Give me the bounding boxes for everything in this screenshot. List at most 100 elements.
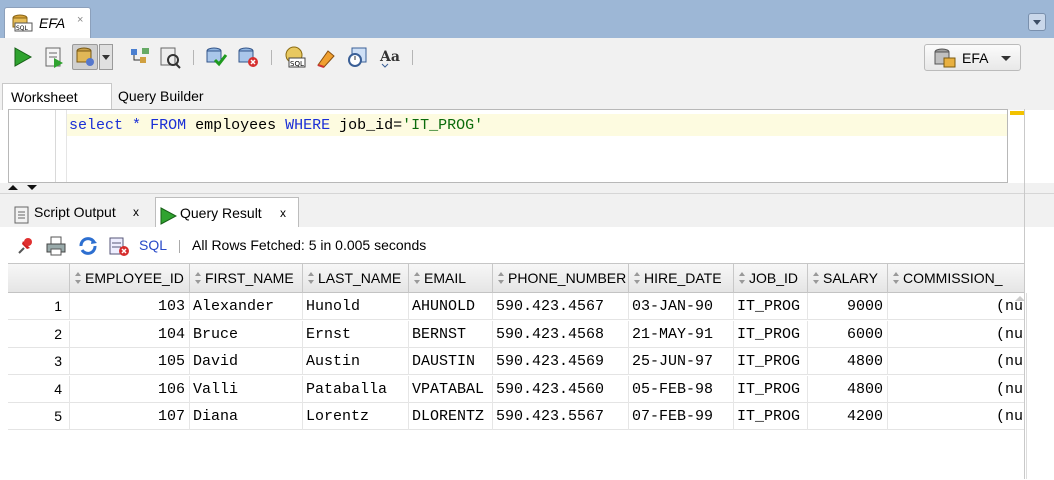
cell-salary[interactable]: 9000	[808, 293, 888, 320]
tab-query-builder[interactable]: Query Builder	[110, 83, 212, 110]
cell-job-id[interactable]: IT_PROG	[734, 293, 808, 320]
cell-email[interactable]: BERNST	[409, 320, 493, 348]
cell-hire-date[interactable]: 07-FEB-99	[629, 403, 734, 430]
cell-email[interactable]: DLORENTZ	[409, 403, 493, 430]
cell-first-name[interactable]: Alexander	[190, 293, 303, 320]
column-header-label: PHONE_NUMBER	[508, 270, 627, 286]
clear-icon[interactable]	[314, 45, 338, 69]
editor-marker	[1010, 111, 1024, 115]
cell-job-id[interactable]: IT_PROG	[734, 348, 808, 375]
column-header-employee-id[interactable]: EMPLOYEE_ID	[70, 264, 190, 293]
column-header-last-name[interactable]: LAST_NAME	[303, 264, 409, 293]
tab-script-output[interactable]: Script Output x	[10, 197, 155, 227]
run-statement-icon[interactable]	[10, 45, 34, 69]
cell-hire-date[interactable]: 05-FEB-98	[629, 375, 734, 403]
fetch-status: All Rows Fetched: 5 in 0.005 seconds	[192, 237, 427, 253]
cell-hire-date[interactable]: 03-JAN-90	[629, 293, 734, 320]
pin-icon[interactable]	[14, 235, 36, 257]
cell-last-name[interactable]: Ernst	[303, 320, 409, 348]
column-header-email[interactable]: EMAIL	[409, 264, 493, 293]
tab-list-menu-button[interactable]	[1028, 13, 1046, 31]
cell-salary[interactable]: 4200	[808, 403, 888, 430]
rollback-icon[interactable]	[236, 45, 260, 69]
close-icon[interactable]: x	[280, 198, 286, 228]
cell-first-name[interactable]: David	[190, 348, 303, 375]
cell-first-name[interactable]: Diana	[190, 403, 303, 430]
cell-employee-id[interactable]: 105	[70, 348, 190, 375]
cell-commission-[interactable]: (nu	[888, 321, 1024, 348]
cell-phone-number[interactable]: 590.423.4560	[493, 375, 629, 403]
dropdown-arrow-icon[interactable]	[99, 44, 113, 70]
cell-hire-date[interactable]: 21-MAY-91	[629, 320, 734, 348]
svg-text:Aa: Aa	[379, 49, 400, 65]
column-header-job-id[interactable]: JOB_ID	[734, 264, 808, 293]
results-grid[interactable]: EMPLOYEE_ID FIRST_NAME LAST_NAME EMAIL PHONE…	[8, 263, 1024, 480]
chevron-down-icon	[1001, 56, 1011, 61]
column-header-hire-date[interactable]: HIRE_DATE	[629, 264, 734, 293]
cell-first-name[interactable]: Bruce	[190, 320, 303, 348]
table-row[interactable]: 3 105 David Austin DAUSTIN 590.423.4569 25-JUN…	[8, 348, 1024, 375]
sql-statement[interactable]: select * FROM employees WHERE job_id='IT…	[69, 117, 483, 134]
refresh-icon[interactable]	[77, 235, 99, 257]
cell-job-id[interactable]: IT_PROG	[734, 320, 808, 348]
cell-commission-[interactable]: (nu	[888, 348, 1024, 375]
cell-email[interactable]: AHUNOLD	[409, 293, 493, 320]
column-header-first-name[interactable]: FIRST_NAME	[190, 264, 303, 293]
cell-first-name[interactable]: Valli	[190, 375, 303, 403]
cell-commission-[interactable]: (nu	[888, 293, 1024, 320]
sql-link[interactable]: SQL	[139, 237, 167, 253]
cell-salary[interactable]: 4800	[808, 375, 888, 403]
export-icon[interactable]	[108, 235, 130, 257]
cell-salary[interactable]: 6000	[808, 320, 888, 348]
cell-last-name[interactable]: Pataballa	[303, 375, 409, 403]
print-icon[interactable]	[45, 235, 67, 257]
format-case-icon[interactable]: Aa	[378, 45, 402, 69]
cell-phone-number[interactable]: 590.423.5567	[493, 403, 629, 430]
tab-query-result[interactable]: Query Result x	[155, 197, 299, 227]
document-tab-efa[interactable]: SQL EFA ×	[4, 7, 91, 38]
table-row[interactable]: 5 107 Diana Lorentz DLORENTZ 590.423.5567 07-F…	[8, 403, 1024, 430]
autotrace-icon[interactable]	[72, 44, 98, 70]
cell-last-name[interactable]: Austin	[303, 348, 409, 375]
grid-vertical-scrollbar[interactable]	[1015, 263, 1054, 479]
commit-icon[interactable]	[204, 45, 228, 69]
close-icon[interactable]: ×	[77, 14, 83, 26]
column-header-label: JOB_ID	[749, 270, 799, 286]
cell-salary[interactable]: 4800	[808, 348, 888, 375]
column-header-salary[interactable]: SALARY	[808, 264, 888, 293]
connection-selector[interactable]: EFA	[924, 44, 1021, 71]
run-script-icon[interactable]	[42, 45, 66, 69]
table-row[interactable]: 4 106 Valli Pataballa VPATABAL 590.423.4560 05…	[8, 375, 1024, 403]
cell-last-name[interactable]: Hunold	[303, 293, 409, 320]
splitter-down-icon[interactable]	[27, 185, 37, 190]
table-row[interactable]: 1 103 Alexander Hunold AHUNOLD 590.423.4567 03…	[8, 293, 1024, 320]
cell-hire-date[interactable]: 25-JUN-97	[629, 348, 734, 375]
cell-commission-[interactable]: (nu	[888, 403, 1024, 430]
sql-history-icon[interactable]: SQL	[283, 45, 307, 69]
cell-email[interactable]: DAUSTIN	[409, 348, 493, 375]
cell-job-id[interactable]: IT_PROG	[734, 375, 808, 403]
close-icon[interactable]: x	[133, 197, 139, 227]
tab-worksheet[interactable]: Worksheet	[2, 83, 112, 110]
cell-employee-id[interactable]: 104	[70, 320, 190, 348]
sql-tuning-icon[interactable]	[158, 45, 182, 69]
explain-plan-icon[interactable]	[128, 45, 152, 69]
unshared-worksheet-icon[interactable]	[346, 45, 370, 69]
cell-phone-number[interactable]: 590.423.4567	[493, 293, 629, 320]
sql-editor[interactable]: select * FROM employees WHERE job_id='IT…	[8, 109, 1008, 183]
cell-commission-[interactable]: (nu	[888, 376, 1024, 403]
column-header-phone-number[interactable]: PHONE_NUMBER	[493, 264, 629, 293]
splitter-up-icon[interactable]	[8, 185, 18, 190]
pane-splitter[interactable]	[0, 183, 1054, 193]
cell-phone-number[interactable]: 590.423.4568	[493, 320, 629, 348]
table-row[interactable]: 2 104 Bruce Ernst BERNST 590.423.4568 21-MAY-9…	[8, 320, 1024, 348]
cell-employee-id[interactable]: 107	[70, 403, 190, 430]
cell-last-name[interactable]: Lorentz	[303, 403, 409, 430]
cell-job-id[interactable]: IT_PROG	[734, 403, 808, 430]
column-header-commission-[interactable]: COMMISSION_	[888, 264, 1024, 293]
cell-email[interactable]: VPATABAL	[409, 375, 493, 403]
cell-employee-id[interactable]: 103	[70, 293, 190, 320]
cell-phone-number[interactable]: 590.423.4569	[493, 348, 629, 375]
cell-employee-id[interactable]: 106	[70, 375, 190, 403]
